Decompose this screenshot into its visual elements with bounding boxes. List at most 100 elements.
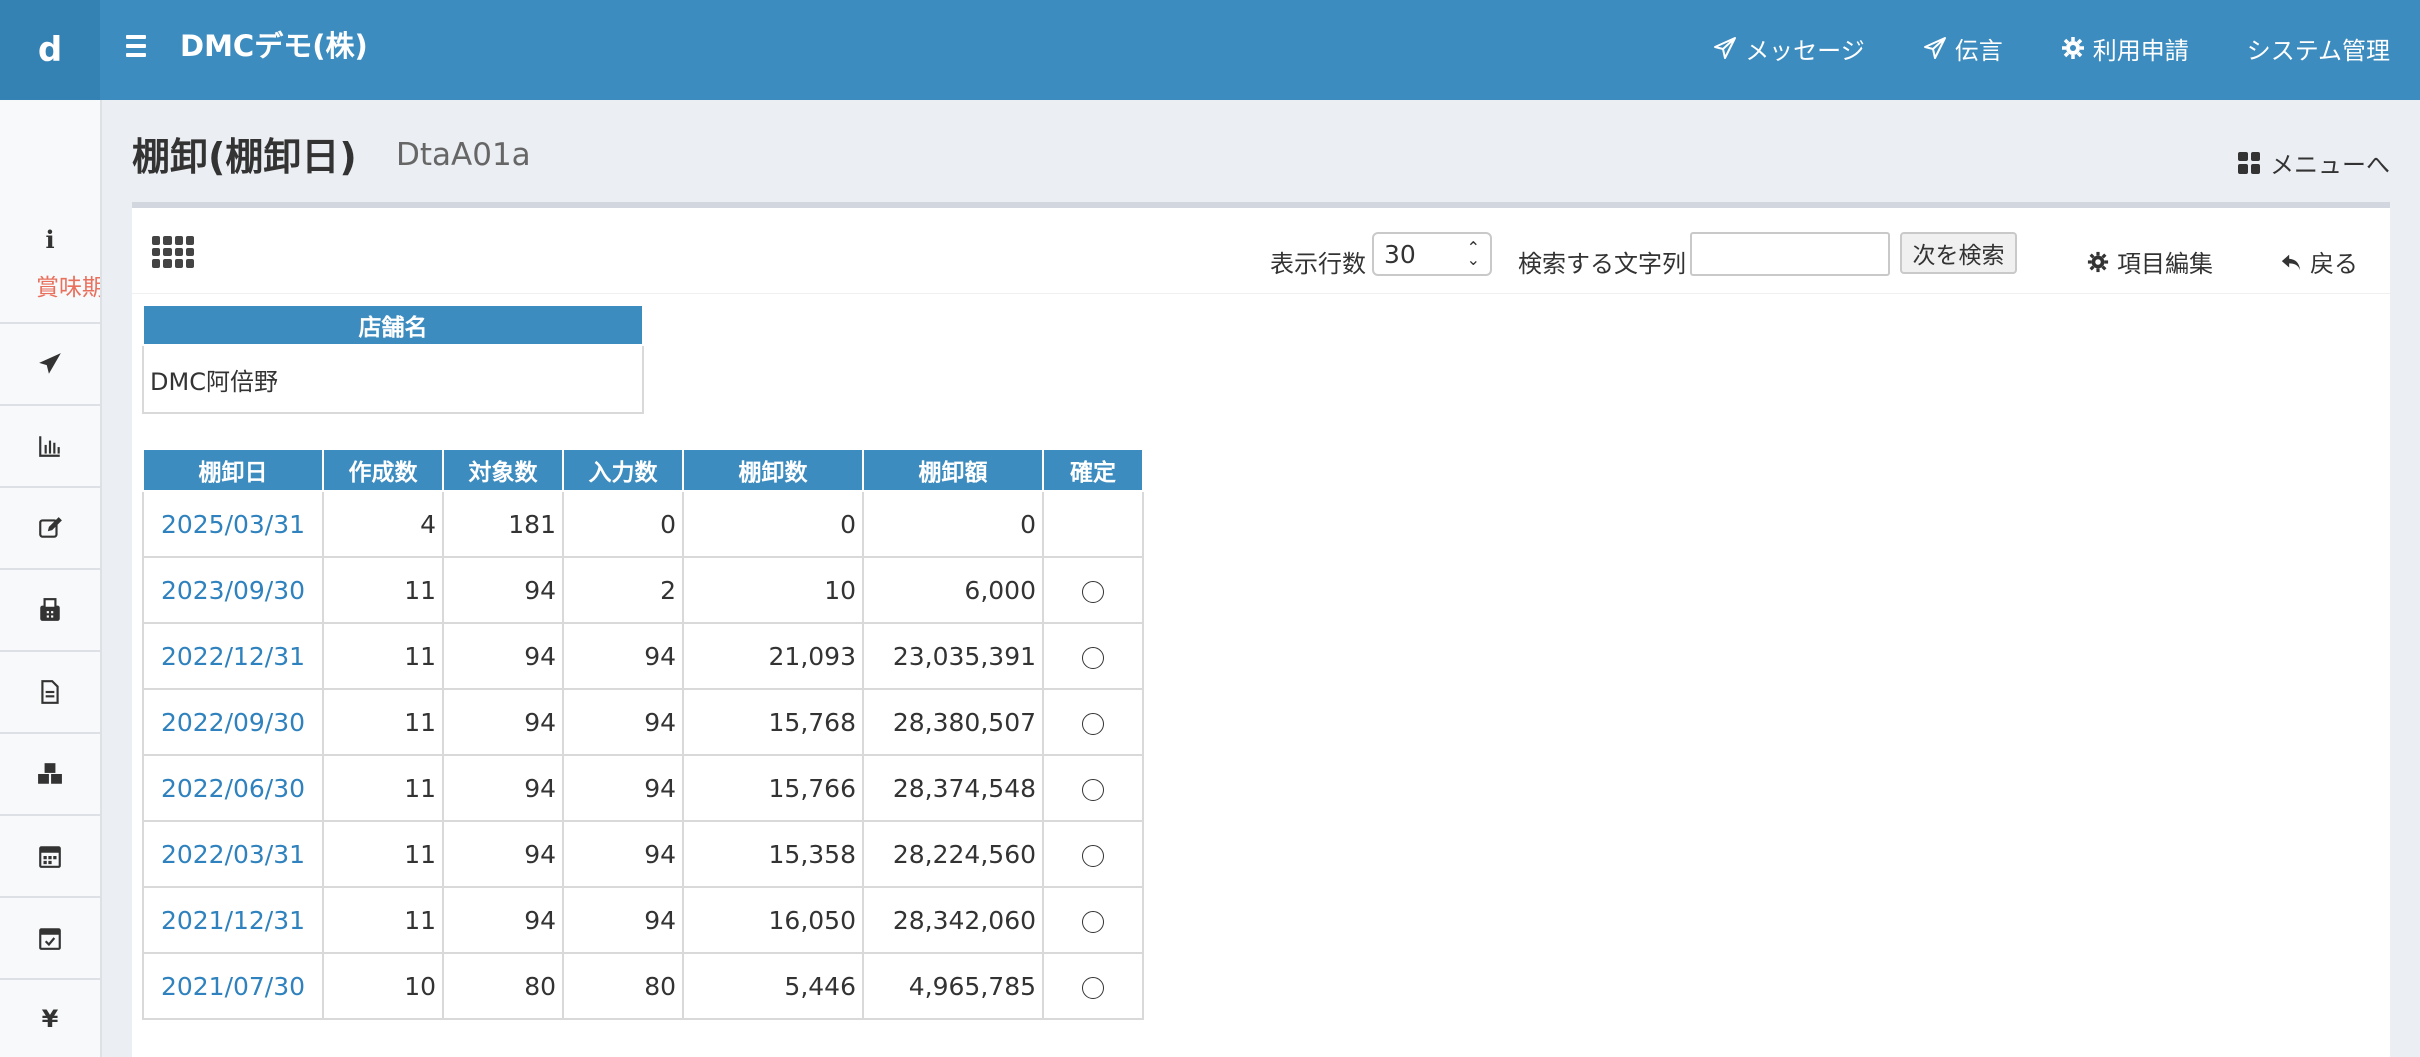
created-cell: 11 (322, 820, 444, 888)
date-link[interactable]: 2022/06/30 (142, 754, 324, 822)
edit-items-button[interactable]: 項目編集 (2087, 244, 2213, 279)
toolbar: 表示行数 30 ⌃ ⌄ 検索する文字列 次を検索 項目編集 戻る (132, 208, 2390, 294)
sidebar-item-chart[interactable] (0, 406, 100, 488)
amount-cell: 4,965,785 (862, 952, 1044, 1020)
confirmed-cell (1042, 688, 1144, 756)
rows-select-value: 30 (1384, 240, 1416, 269)
hamburger-menu-icon[interactable] (126, 26, 154, 66)
date-link[interactable]: 2023/09/30 (142, 556, 324, 624)
count-cell: 0 (682, 490, 864, 558)
sidebar-notice[interactable]: 賞味期 (36, 268, 100, 302)
target-cell: 94 (442, 886, 564, 954)
rows-label: 表示行数 (1270, 250, 1366, 278)
count-cell: 10 (682, 556, 864, 624)
amount-cell: 6,000 (862, 556, 1044, 624)
col-header-amount: 棚卸額 (862, 448, 1044, 492)
confirmed-cell (1042, 490, 1144, 558)
confirmed-circle-icon (1082, 646, 1104, 669)
nav-messages[interactable]: メッセージ (1713, 31, 1865, 66)
input-cell: 0 (562, 490, 684, 558)
info-icon: i (45, 225, 55, 254)
menu-link[interactable]: メニューへ (2238, 145, 2390, 180)
nav-memo[interactable]: 伝言 (1923, 31, 2003, 66)
sidebar-item-document[interactable] (0, 652, 100, 734)
app-logo[interactable]: d (0, 0, 100, 100)
top-nav: メッセージ 伝言 利用申請 システム管理 (1713, 28, 2390, 68)
input-cell: 94 (562, 754, 684, 822)
amount-cell: 28,380,507 (862, 688, 1044, 756)
count-cell: 21,093 (682, 622, 864, 690)
input-cell: 2 (562, 556, 684, 624)
amount-cell: 23,035,391 (862, 622, 1044, 690)
sidebar-item-edit[interactable] (0, 488, 100, 570)
confirmed-cell (1042, 886, 1144, 954)
table-row[interactable]: 2021/12/31 11 94 94 16,050 28,342,060 (142, 886, 1144, 954)
table-row[interactable]: 2025/03/31 4 181 0 0 0 (142, 490, 1144, 558)
document-icon (41, 680, 59, 704)
count-cell: 15,768 (682, 688, 864, 756)
inventory-table: 棚卸日 作成数 対象数 入力数 棚卸数 棚卸額 確定 2025/03/31 4 18… (142, 448, 1144, 1020)
nav-usage-request-label: 利用申請 (2092, 36, 2189, 65)
table-row[interactable]: 2021/07/30 10 80 80 5,446 4,965,785 (142, 952, 1144, 1020)
inventory-header-row: 棚卸日 作成数 対象数 入力数 棚卸数 棚卸額 確定 (142, 448, 1144, 492)
col-header-created: 作成数 (322, 448, 444, 492)
table-row[interactable]: 2022/09/30 11 94 94 15,768 28,380,507 (142, 688, 1144, 756)
store-name: DMC阿倍野 (142, 344, 644, 414)
target-cell: 181 (442, 490, 564, 558)
confirmed-circle-icon (1082, 976, 1104, 999)
find-next-button[interactable]: 次を検索 (1900, 232, 2017, 274)
count-cell: 15,358 (682, 820, 864, 888)
col-header-count: 棚卸数 (682, 448, 864, 492)
table-row[interactable]: 2022/12/31 11 94 94 21,093 23,035,391 (142, 622, 1144, 690)
created-cell: 11 (322, 622, 444, 690)
page-code: DtaA01a (396, 137, 531, 173)
cubes-icon (38, 763, 62, 784)
paper-plane-icon (39, 353, 61, 374)
back-button[interactable]: 戻る (2280, 244, 2358, 279)
sidebar-item-fax[interactable] (0, 570, 100, 652)
sidebar-item-inventory[interactable] (0, 734, 100, 816)
nav-system-admin[interactable]: システム管理 (2247, 31, 2390, 66)
created-cell: 11 (322, 688, 444, 756)
date-link[interactable]: 2022/03/31 (142, 820, 324, 888)
nav-usage-request[interactable]: 利用申請 (2061, 31, 2189, 66)
edit-items-label: 項目編集 (2117, 250, 2213, 278)
col-header-target: 対象数 (442, 448, 564, 492)
confirmed-cell (1042, 754, 1144, 822)
date-link[interactable]: 2025/03/31 (142, 490, 324, 558)
input-cell: 94 (562, 820, 684, 888)
fax-icon (40, 598, 60, 621)
table-row[interactable]: 2023/09/30 11 94 2 10 6,000 (142, 556, 1144, 624)
amount-cell: 28,342,060 (862, 886, 1044, 954)
sidebar-item-calendar-check[interactable] (0, 898, 100, 980)
rows-select[interactable]: 30 ⌃ ⌄ (1372, 232, 1492, 276)
sidebar-item-calendar[interactable] (0, 816, 100, 898)
target-cell: 80 (442, 952, 564, 1020)
date-link[interactable]: 2022/12/31 (142, 622, 324, 690)
count-cell: 5,446 (682, 952, 864, 1020)
app-grid-icon[interactable] (152, 236, 194, 268)
date-link[interactable]: 2021/07/30 (142, 952, 324, 1020)
col-header-date: 棚卸日 (142, 448, 324, 492)
nav-messages-label: メッセージ (1745, 36, 1865, 65)
amount-cell: 28,224,560 (862, 820, 1044, 888)
table-row[interactable]: 2022/06/30 11 94 94 15,766 28,374,548 (142, 754, 1144, 822)
confirmed-cell (1042, 622, 1144, 690)
target-cell: 94 (442, 622, 564, 690)
nav-system-admin-label: システム管理 (2246, 36, 2390, 65)
menu-link-label: メニューへ (2270, 151, 2390, 179)
table-row[interactable]: 2022/03/31 11 94 94 15,358 28,224,560 (142, 820, 1144, 888)
paper-plane-icon (1714, 37, 1737, 59)
input-cell: 94 (562, 886, 684, 954)
search-input[interactable] (1690, 232, 1890, 276)
sidebar-item-yen[interactable]: ¥ (0, 980, 100, 1057)
store-header: 店舗名 (142, 304, 644, 346)
page-title: 棚卸(棚卸日) (132, 135, 357, 179)
date-link[interactable]: 2021/12/31 (142, 886, 324, 954)
gear-icon (2087, 251, 2109, 272)
sidebar-item-info[interactable]: i 賞味期 (0, 100, 100, 324)
date-link[interactable]: 2022/09/30 (142, 688, 324, 756)
confirmed-cell (1042, 556, 1144, 624)
sidebar-item-send[interactable] (0, 324, 100, 406)
target-cell: 94 (442, 754, 564, 822)
